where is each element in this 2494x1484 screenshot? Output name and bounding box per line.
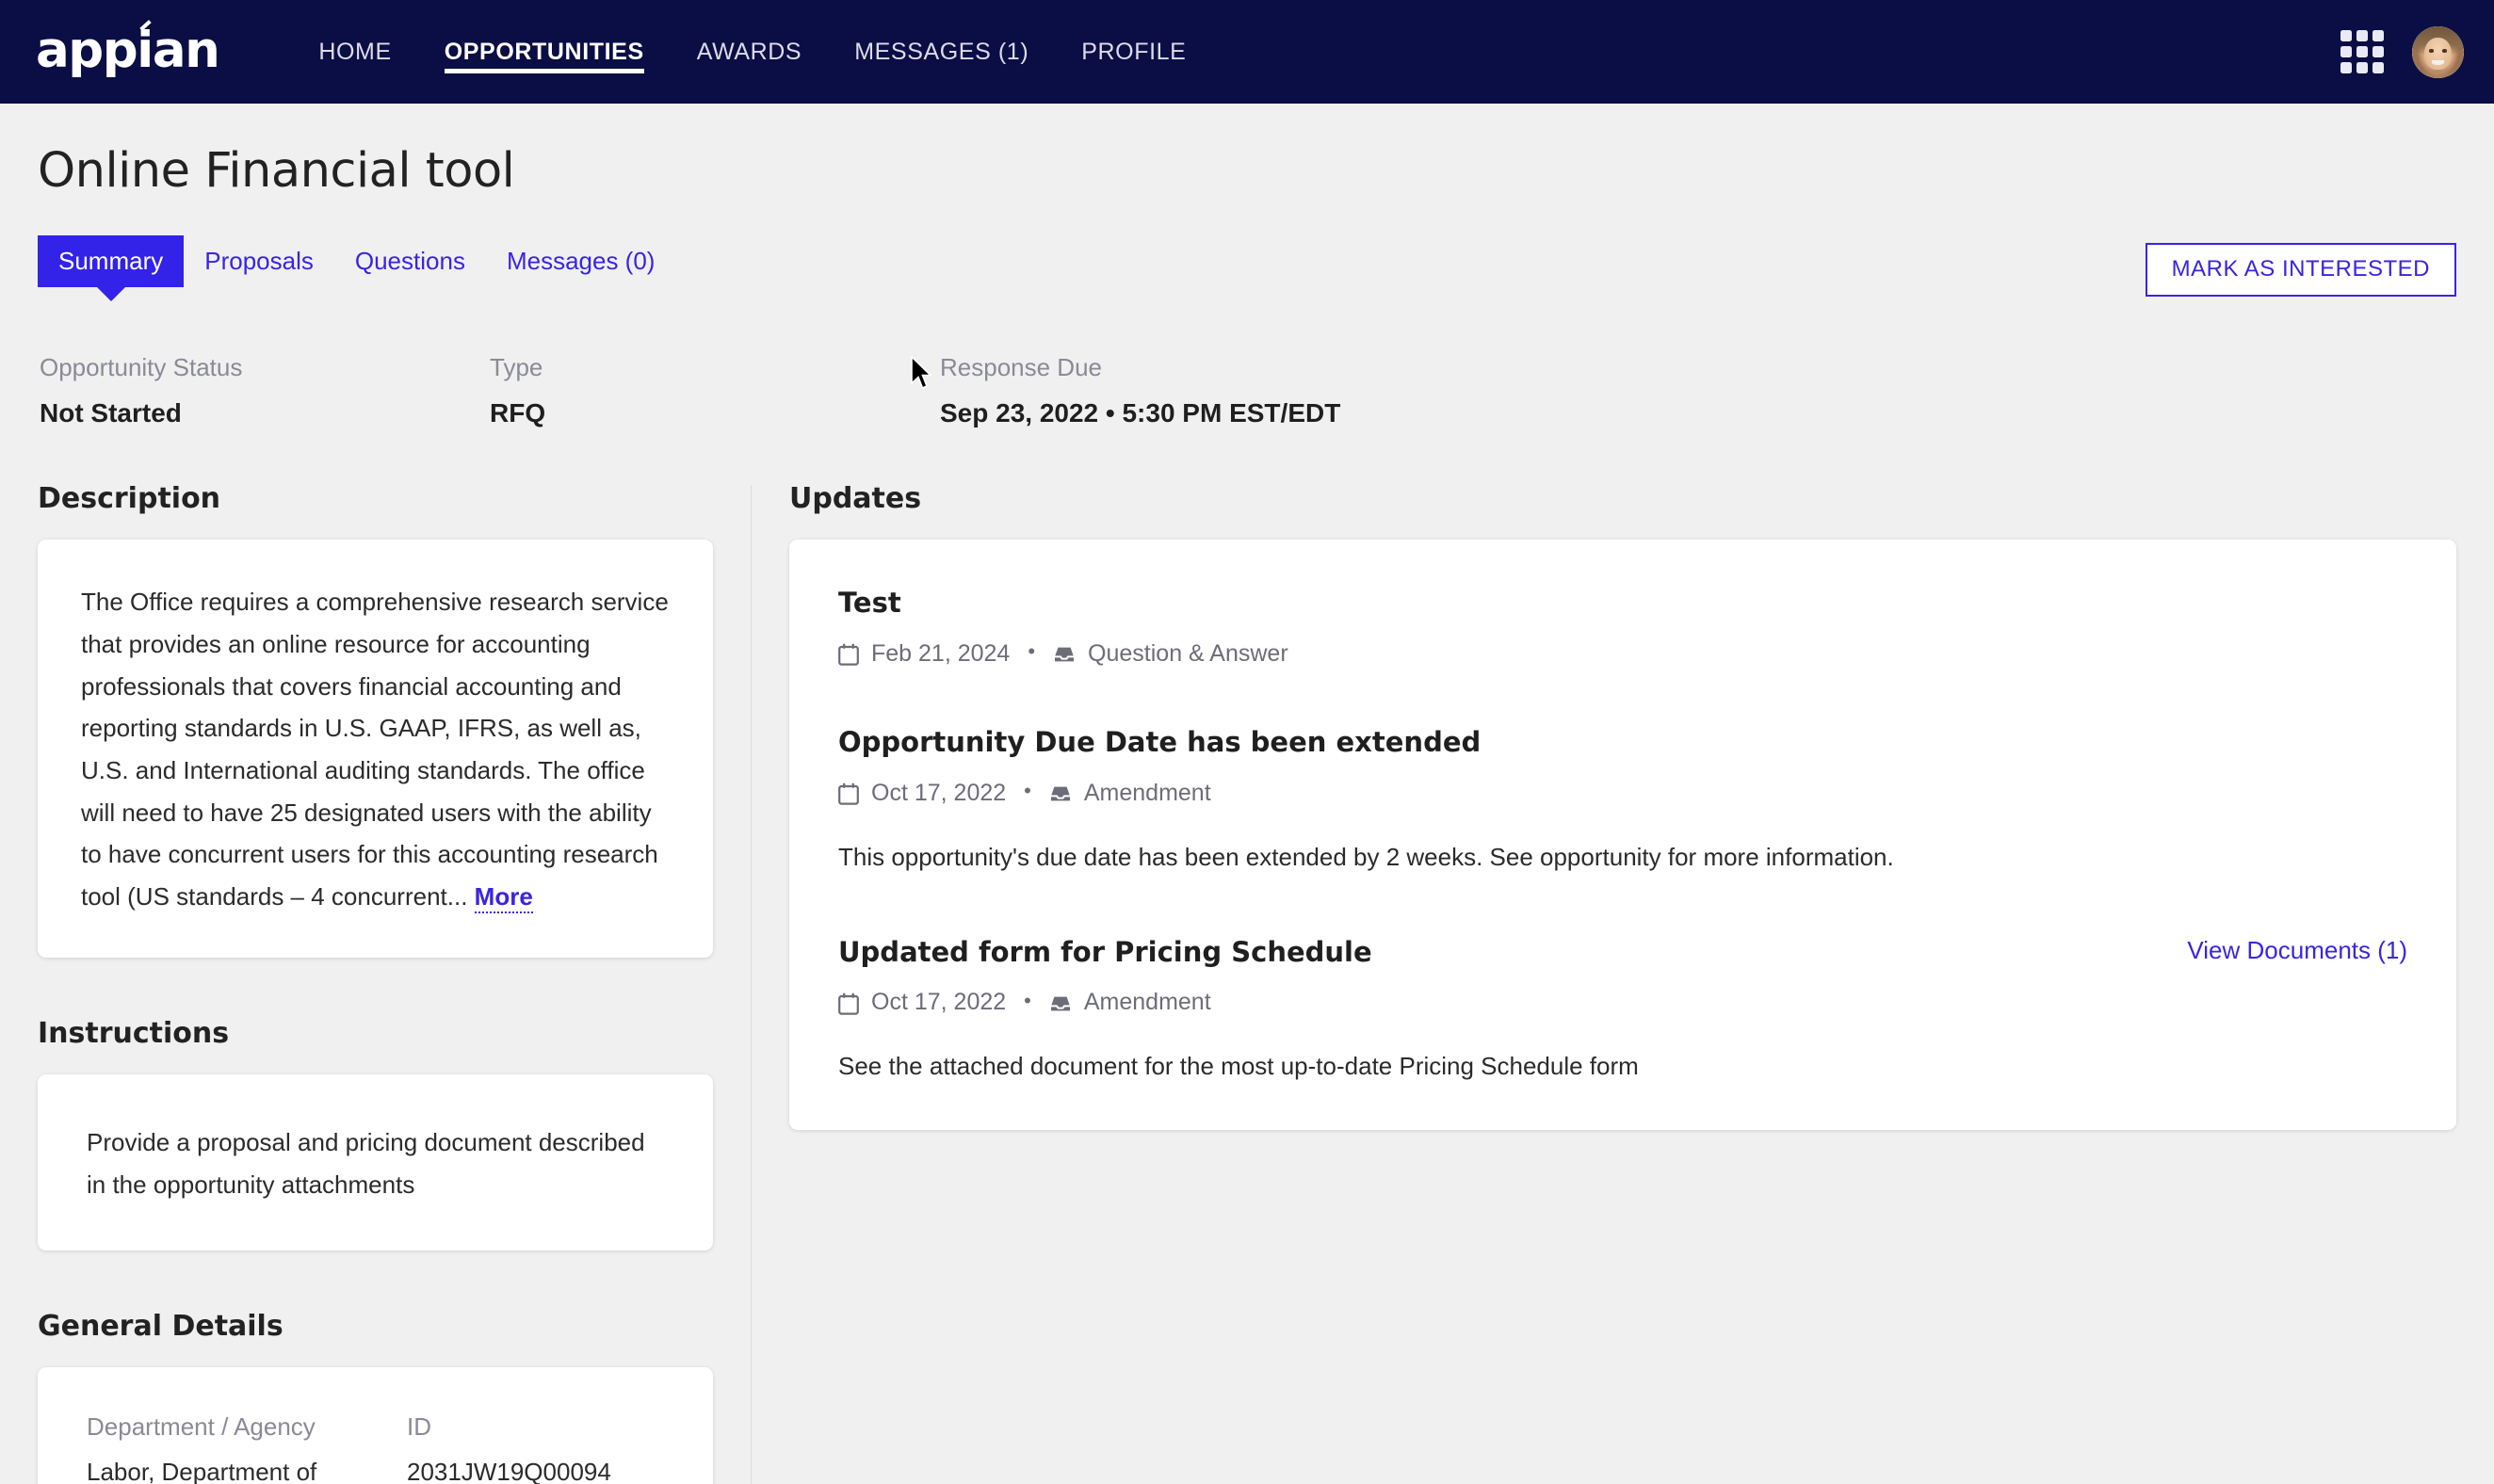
page-content: Online Financial tool MARK AS INTERESTED… [0, 104, 2494, 1484]
tab-bar: Summary Proposals Questions Messages (0) [38, 235, 2456, 288]
update-head: Opportunity Due Date has been extended [838, 726, 2407, 759]
description-heading: Description [38, 482, 221, 516]
update-meta: Oct 17, 2022 • Amendment [838, 988, 2407, 1016]
nav-item-messages[interactable]: MESSAGES (1) [828, 0, 1055, 104]
update-body: See the attached document for the most u… [838, 1052, 1639, 1081]
inbox-tray-icon [1053, 645, 1076, 664]
updates-heading: Updates [789, 482, 922, 516]
nav-item-profile[interactable]: PROFILE [1055, 0, 1212, 104]
main-nav: HOME OPPORTUNITIES AWARDS MESSAGES (1) P… [292, 0, 1212, 104]
tab-summary[interactable]: Summary [38, 235, 185, 288]
update-type: Amendment [1083, 989, 1211, 1016]
update-meta: Oct 17, 2022 • Amendment [838, 779, 2407, 806]
avatar-eyes [2429, 49, 2448, 53]
update-meta: Feb 21, 2024 • Question & Answer [838, 639, 2407, 667]
calendar-icon [838, 782, 859, 805]
nav-item-awards[interactable]: AWARDS [671, 0, 828, 104]
tab-questions[interactable]: Questions [334, 235, 486, 287]
meta-value-status: Not Started [40, 398, 182, 428]
grid-apps-icon[interactable] [2340, 30, 2384, 73]
left-column: Description The Office requires a compre… [0, 485, 752, 1484]
calendar-icon [838, 992, 859, 1015]
update-head: Test [838, 587, 2407, 620]
logo-part-i: i [137, 21, 154, 79]
update-type: Amendment [1083, 779, 1211, 806]
page-title: Online Financial tool [38, 143, 515, 199]
gd-label-department: Department / Agency [87, 1412, 316, 1442]
update-date: Oct 17, 2022 [871, 989, 1007, 1016]
general-details-heading: General Details [38, 1310, 283, 1344]
appian-logo[interactable]: appian [36, 25, 220, 75]
nav-item-home[interactable]: HOME [292, 0, 417, 104]
meta-label-status: Opportunity Status [40, 353, 243, 382]
meta-response-due: Response Due Sep 23, 2022 • 5:30 PM EST/… [940, 355, 1340, 427]
update-title: Test [838, 587, 901, 620]
meta-label-response-due: Response Due [940, 353, 1102, 382]
tab-messages[interactable]: Messages (0) [486, 235, 676, 287]
gd-value-department: Labor, Department of [87, 1458, 317, 1484]
logo-part-b: an [152, 21, 220, 79]
right-column: Updates Test Feb 21, 2024 • Question & A… [752, 482, 2494, 1131]
description-more-link[interactable]: More [474, 882, 533, 914]
topbar-right-controls [2340, 0, 2464, 104]
update-meta-separator: • [1024, 988, 1031, 1012]
update-item[interactable]: Opportunity Due Date has been extended O… [838, 726, 2407, 876]
gd-label-id: ID [407, 1412, 431, 1442]
gd-value-id: 2031JW19Q00094 [407, 1458, 611, 1484]
update-item[interactable]: Updated form for Pricing Schedule View D… [838, 936, 2407, 1086]
update-meta-separator: • [1028, 639, 1036, 664]
instructions-text: Provide a proposal and pricing document … [87, 1127, 645, 1199]
update-title: Opportunity Due Date has been extended [838, 725, 1482, 758]
description-text-wrap: The Office requires a comprehensive rese… [81, 581, 670, 918]
instructions-heading: Instructions [38, 1016, 230, 1050]
update-head: Updated form for Pricing Schedule View D… [838, 936, 2407, 969]
update-title: Updated form for Pricing Schedule [838, 935, 1372, 968]
update-meta-separator: • [1024, 779, 1031, 803]
update-item[interactable]: Test Feb 21, 2024 • Question & Answer [838, 587, 2407, 667]
updates-card: Test Feb 21, 2024 • Question & Answer Op… [789, 540, 2456, 1131]
page-header: Online Financial tool MARK AS INTERESTED… [0, 104, 2494, 427]
update-type: Question & Answer [1088, 639, 1288, 667]
mark-as-interested-button[interactable]: MARK AS INTERESTED [2145, 243, 2456, 297]
meta-opportunity-status: Opportunity Status Not Started [40, 355, 490, 427]
meta-type: Type RFQ [490, 355, 940, 427]
meta-value-type: RFQ [490, 398, 546, 428]
description-card: The Office requires a comprehensive rese… [38, 540, 713, 958]
nav-item-opportunities[interactable]: OPPORTUNITIES [418, 0, 671, 104]
view-documents-link[interactable]: View Documents (1) [2168, 936, 2407, 965]
update-date: Oct 17, 2022 [871, 779, 1007, 806]
inbox-tray-icon [1049, 784, 1072, 803]
gd-field-id: ID 2031JW19Q00094 [407, 1414, 664, 1484]
inbox-tray-icon [1049, 994, 1072, 1013]
top-navigation-bar: appian HOME OPPORTUNITIES AWARDS MESSAGE… [0, 0, 2494, 104]
calendar-icon [838, 643, 859, 667]
logo-part-a: app [36, 21, 138, 79]
instructions-card: Provide a proposal and pricing document … [38, 1073, 713, 1251]
tab-proposals[interactable]: Proposals [184, 235, 334, 287]
gd-field-department: Department / Agency Labor, Department of [87, 1414, 407, 1484]
meta-value-response-due: Sep 23, 2022 • 5:30 PM EST/EDT [940, 398, 1341, 428]
avatar-smile [2432, 59, 2444, 65]
avatar[interactable] [2412, 25, 2464, 78]
update-date: Feb 21, 2024 [871, 639, 1011, 667]
main-content-columns: Description The Office requires a compre… [0, 485, 2494, 1484]
general-details-card: Department / Agency Labor, Department of… [38, 1367, 713, 1484]
update-body: This opportunity's due date has been ext… [838, 842, 1894, 871]
meta-label-type: Type [490, 353, 543, 382]
opportunity-meta-row: Opportunity Status Not Started Type RFQ … [38, 355, 2456, 427]
description-text: The Office requires a comprehensive rese… [81, 588, 669, 911]
general-details-grid: Department / Agency Labor, Department of… [87, 1414, 664, 1484]
